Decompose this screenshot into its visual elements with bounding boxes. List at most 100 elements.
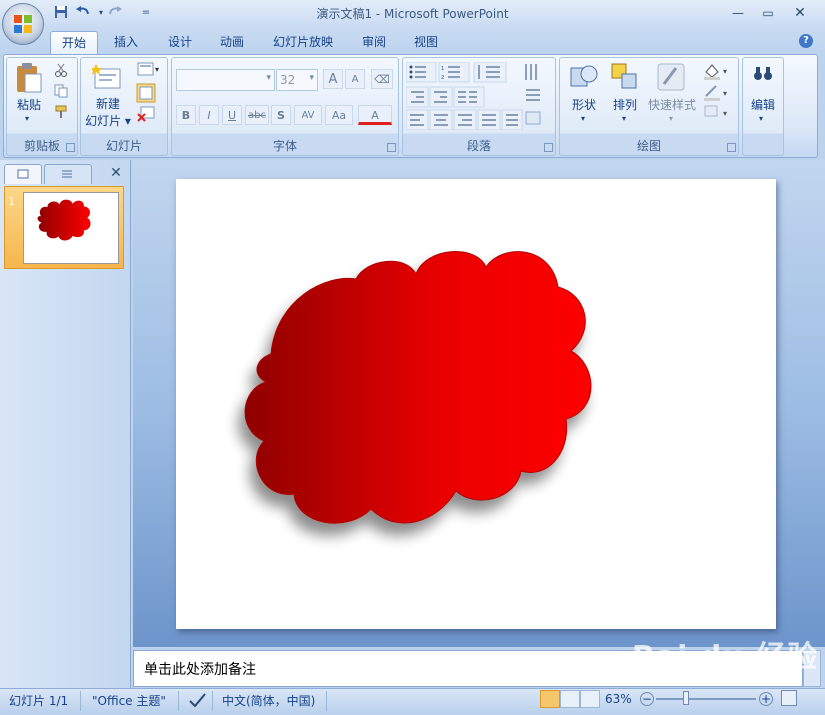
svg-text:2: 2 (441, 75, 444, 81)
spell-check-icon[interactable] (188, 691, 208, 709)
decrease-indent-icon[interactable] (406, 86, 429, 108)
editing-button[interactable]: 编辑 ▾ (744, 62, 782, 128)
help-icon[interactable]: ? (799, 34, 813, 48)
undo-icon[interactable] (74, 5, 92, 21)
align-text-icon[interactable] (526, 89, 540, 101)
group-label-drawing: 绘图 (636, 139, 661, 153)
slide-sorter-view-icon[interactable] (560, 690, 580, 708)
arrange-icon (611, 63, 637, 89)
notes-placeholder[interactable]: 单击此处添加备注 (144, 659, 256, 679)
shapes-button[interactable]: 形状 ▾ (565, 62, 603, 128)
dialog-launcher-icon[interactable] (66, 143, 75, 152)
arrange-button[interactable]: 排列 ▾ (606, 62, 644, 128)
status-slide-info: 幻灯片 1/1 (9, 694, 69, 708)
zoom-in-icon[interactable]: + (759, 692, 773, 706)
chevron-down-icon: ▾ (25, 114, 30, 123)
format-painter-icon[interactable] (54, 105, 68, 119)
zoom-slider-track[interactable] (656, 698, 756, 700)
office-logo-icon (14, 15, 32, 33)
office-button[interactable] (2, 3, 44, 45)
redo-icon[interactable] (106, 5, 124, 21)
group-label-slides: 幻灯片 (105, 139, 142, 153)
new-slide-button[interactable]: 新建 幻灯片 ▾ (84, 62, 132, 132)
quick-styles-label: 快速样式 (647, 98, 696, 112)
justify-icon[interactable] (477, 109, 501, 130)
smartart-icon[interactable] (525, 111, 541, 125)
align-center-icon[interactable] (429, 109, 453, 130)
dialog-launcher-icon[interactable] (387, 143, 396, 152)
normal-view-icon[interactable] (540, 690, 560, 708)
grow-font-button[interactable]: A (323, 69, 343, 89)
shape-effects-icon[interactable]: ▾ (704, 105, 727, 118)
minimize-icon[interactable]: — (726, 4, 750, 22)
shape-outline-icon[interactable]: ▾ (704, 85, 727, 101)
tab-slideshow[interactable]: 幻灯片放映 (264, 31, 342, 53)
fit-to-window-icon[interactable] (781, 690, 797, 706)
tab-outline[interactable] (44, 164, 92, 184)
numbering-icon[interactable]: 12 (438, 62, 470, 83)
new-slide-label-2: 幻灯片 ▾ (85, 114, 131, 128)
status-separator (80, 691, 81, 711)
status-language[interactable]: 中文(简体，中国) (222, 692, 315, 709)
strikethrough-button[interactable]: abc (245, 105, 269, 125)
shrink-font-button[interactable]: A (345, 69, 365, 89)
group-label-paragraph: 段落 (466, 139, 491, 153)
thumbnail-cloud-shape (37, 199, 91, 241)
slide-thumbnail-number: 1 (8, 195, 15, 208)
quick-styles-button[interactable]: 快速样式 ▾ (646, 62, 698, 128)
slides-tab-icon (17, 169, 29, 179)
close-icon[interactable]: ✕ (788, 4, 812, 22)
text-direction-icon[interactable] (525, 64, 537, 80)
tab-animations[interactable]: 动画 (212, 31, 252, 53)
cut-icon[interactable] (54, 63, 68, 77)
distributed-icon[interactable] (501, 109, 523, 130)
tab-insert[interactable]: 插入 (106, 31, 146, 53)
italic-button[interactable]: I (199, 105, 219, 125)
align-left-icon[interactable] (406, 109, 429, 130)
slide-thumbnail[interactable] (23, 192, 119, 264)
dialog-launcher-icon[interactable] (544, 143, 553, 152)
delete-slide-icon[interactable] (137, 106, 155, 122)
zoom-out-icon[interactable]: − (640, 692, 654, 706)
text-shadow-button[interactable]: S (271, 105, 291, 125)
align-right-icon[interactable] (453, 109, 477, 130)
status-theme: "Office 主题" (92, 694, 166, 708)
cloud-shape[interactable] (176, 179, 776, 629)
bullets-icon[interactable] (406, 62, 437, 83)
save-icon[interactable] (52, 5, 70, 21)
slideshow-view-icon[interactable] (580, 690, 600, 708)
shape-fill-icon[interactable]: ▾ (704, 64, 727, 80)
maximize-icon[interactable]: ▭ (756, 4, 780, 22)
close-pane-icon[interactable]: ✕ (108, 165, 124, 181)
copy-icon[interactable] (54, 84, 68, 98)
underline-button[interactable]: U (222, 105, 242, 125)
customize-dropdown-icon[interactable]: = (137, 5, 155, 21)
zoom-level[interactable]: 63% (605, 692, 632, 706)
dialog-launcher-icon[interactable] (727, 143, 736, 152)
change-case-button[interactable]: Aa (325, 105, 353, 125)
line-spacing-icon[interactable] (473, 62, 507, 83)
font-size-combo[interactable]: 32 ▾ (276, 69, 318, 91)
chevron-down-icon: ▾ (309, 73, 314, 83)
tab-view[interactable]: 视图 (406, 31, 446, 53)
bold-button[interactable]: B (176, 105, 196, 125)
increase-indent-icon[interactable] (429, 86, 453, 108)
character-spacing-button[interactable]: AV (294, 105, 322, 125)
svg-text:▾: ▾ (155, 65, 159, 74)
columns-icon[interactable] (453, 86, 485, 108)
layout-icon[interactable]: ▾ (137, 62, 161, 76)
zoom-slider-thumb[interactable] (683, 691, 689, 705)
tab-home[interactable]: 开始 (50, 31, 98, 54)
tab-design[interactable]: 设计 (160, 31, 200, 53)
slide-canvas[interactable] (176, 179, 776, 629)
paste-button[interactable]: 粘贴 ▾ (12, 62, 46, 124)
new-slide-icon (92, 64, 121, 89)
font-name-combo[interactable]: ▾ (176, 69, 275, 91)
editing-label: 编辑 (750, 98, 775, 112)
reset-icon[interactable] (136, 83, 156, 103)
tab-review[interactable]: 审阅 (354, 31, 394, 53)
font-color-button[interactable]: A (358, 105, 392, 125)
clear-formatting-icon[interactable]: ⌫ (371, 69, 393, 89)
group-label-font: 字体 (272, 139, 297, 153)
tab-slides[interactable] (4, 164, 42, 184)
